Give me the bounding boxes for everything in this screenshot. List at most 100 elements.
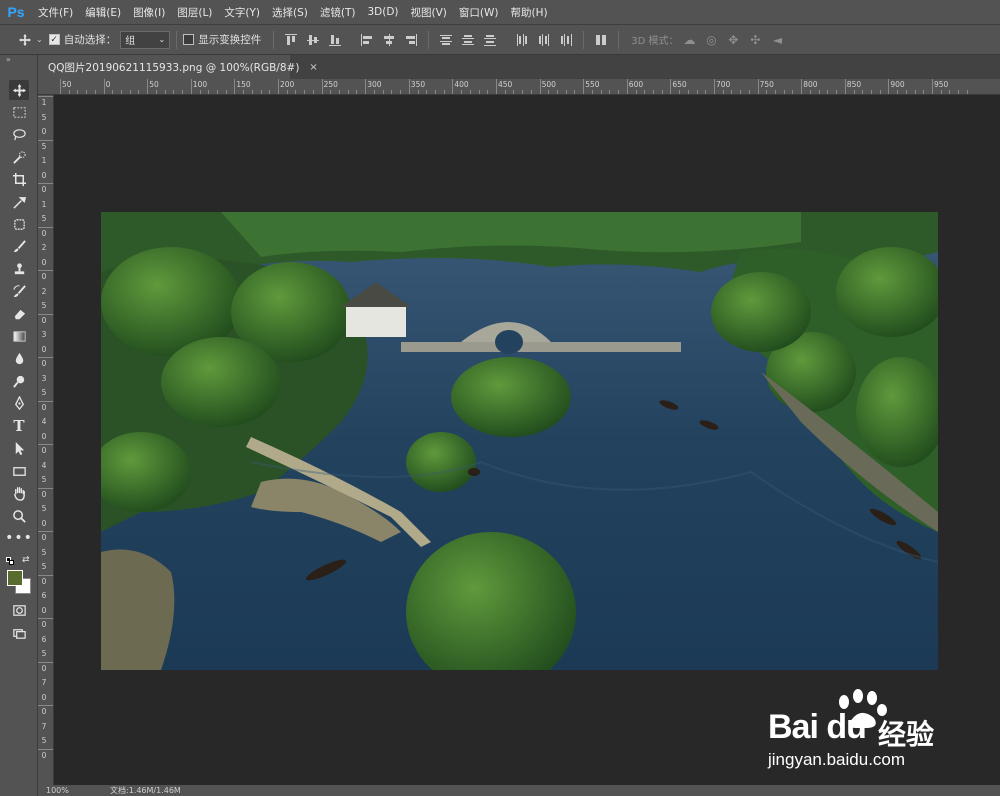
ruler-tick xyxy=(38,313,53,315)
document-size[interactable]: 文档:1.46M/1.46M xyxy=(110,785,181,796)
align-right-icon[interactable] xyxy=(402,31,420,49)
auto-align-layers-icon[interactable] xyxy=(592,31,610,49)
swap-colors-icon[interactable]: ⇄ xyxy=(22,555,30,565)
ruler-label: 50 xyxy=(149,80,159,89)
ruler-minor-tick xyxy=(77,90,79,94)
ruler-minor-tick xyxy=(914,90,916,94)
ruler-minor-tick xyxy=(286,90,288,94)
move-tool-preset-icon[interactable] xyxy=(16,31,34,49)
foreground-color-swatch[interactable] xyxy=(7,570,23,586)
ruler-minor-tick xyxy=(164,90,166,94)
show-transform-checkbox[interactable] xyxy=(183,34,195,45)
ruler-tick xyxy=(147,79,149,94)
path-selection-tool-icon[interactable] xyxy=(9,438,29,458)
ruler-label: 200 xyxy=(280,80,295,89)
healing-brush-tool-icon[interactable] xyxy=(9,214,29,234)
ruler-label: 300 xyxy=(367,80,382,89)
crop-tool-icon[interactable] xyxy=(9,169,29,189)
group-select-value: 组 xyxy=(125,36,136,47)
distribute-vertical-center-icon[interactable] xyxy=(459,31,477,49)
distribute-horizontal-center-icon[interactable] xyxy=(535,31,553,49)
zoom-tool-icon[interactable] xyxy=(9,506,29,526)
menu-3d[interactable]: 3D(D) xyxy=(361,0,404,24)
rectangle-tool-icon[interactable] xyxy=(9,461,29,481)
distribute-left-icon[interactable] xyxy=(513,31,531,49)
gradient-tool-icon[interactable] xyxy=(9,326,29,346)
divider xyxy=(428,30,430,49)
ruler-label: 350 xyxy=(410,80,426,89)
collapse-toolbox-icon[interactable]: » xyxy=(0,55,37,65)
distribute-top-icon[interactable] xyxy=(437,31,455,49)
distribute-right-icon[interactable] xyxy=(557,31,575,49)
type-tool-icon[interactable]: T xyxy=(9,416,29,436)
clone-stamp-tool-icon[interactable] xyxy=(9,259,29,279)
ruler-label: 1 xyxy=(41,156,47,165)
menu-help[interactable]: 帮助(H) xyxy=(505,0,554,24)
pen-tool-icon[interactable] xyxy=(9,393,29,413)
ruler-minor-tick xyxy=(870,90,872,94)
menu-window[interactable]: 窗口(W) xyxy=(453,0,505,24)
menu-type[interactable]: 文字(Y) xyxy=(218,0,266,24)
more-tools-icon[interactable]: ••• xyxy=(5,528,32,548)
align-top-icon[interactable] xyxy=(282,31,300,49)
auto-select-checkbox[interactable]: ✓ xyxy=(48,34,60,45)
quick-selection-tool-icon[interactable] xyxy=(9,147,29,167)
eyedropper-tool-icon[interactable] xyxy=(9,192,29,212)
menu-view[interactable]: 视图(V) xyxy=(405,0,453,24)
default-colors-icon[interactable] xyxy=(6,557,14,565)
menu-select[interactable]: 选择(S) xyxy=(266,0,314,24)
chevron-down-icon[interactable]: ⌄ xyxy=(36,35,43,44)
ruler-minor-tick xyxy=(173,90,175,94)
3d-slide-icon[interactable]: ✣ xyxy=(746,31,764,49)
document-image[interactable] xyxy=(101,212,938,670)
close-icon[interactable]: × xyxy=(309,62,317,73)
ruler-label: 5 xyxy=(41,112,47,122)
ruler-minor-tick xyxy=(443,90,445,94)
align-left-icon[interactable] xyxy=(358,31,376,49)
dodge-tool-icon[interactable] xyxy=(9,371,29,391)
ruler-label: 7 xyxy=(41,678,47,687)
auto-select-target-dropdown[interactable]: 组 ⌄ xyxy=(120,30,171,49)
zoom-level[interactable]: 100% xyxy=(46,785,69,796)
3d-roll-icon[interactable]: ◎ xyxy=(702,31,720,49)
ruler-minor-tick xyxy=(434,90,436,94)
distribute-bottom-icon[interactable] xyxy=(481,31,499,49)
menu-filter[interactable]: 滤镜(T) xyxy=(314,0,362,24)
ruler-label: 0 xyxy=(41,344,47,354)
ruler-minor-tick xyxy=(618,90,620,94)
ruler-minor-tick xyxy=(330,90,332,94)
menu-file[interactable]: 文件(F) xyxy=(32,0,79,24)
3d-camera-icon[interactable]: ◄ xyxy=(768,31,786,49)
ruler-label: 50 xyxy=(62,80,72,89)
brush-tool-icon[interactable] xyxy=(9,236,29,256)
canvas-area[interactable] xyxy=(55,95,1000,785)
screen-mode-icon[interactable] xyxy=(9,623,29,643)
ruler-tick xyxy=(38,574,53,576)
menu-edit[interactable]: 编辑(E) xyxy=(79,0,127,24)
blur-tool-icon[interactable] xyxy=(9,348,29,368)
3d-orbit-icon[interactable]: ☁ xyxy=(680,31,698,49)
menu-layer[interactable]: 图层(L) xyxy=(171,0,218,24)
marquee-tool-icon[interactable] xyxy=(9,102,29,122)
3d-pan-icon[interactable]: ✥ xyxy=(724,31,742,49)
history-brush-tool-icon[interactable] xyxy=(9,281,29,301)
menu-image[interactable]: 图像(I) xyxy=(127,0,171,24)
horizontal-ruler[interactable]: 50 0 50 100 150 200 250 300 350 400 450 500 550 600 65… xyxy=(38,79,1000,95)
align-bottom-icon[interactable] xyxy=(326,31,344,49)
ruler-label: 0 xyxy=(41,620,47,629)
hand-tool-icon[interactable] xyxy=(9,483,29,503)
quick-mask-icon[interactable] xyxy=(9,600,29,620)
vertical-ruler[interactable]: 1505100150200250300350400450500550600650… xyxy=(38,95,54,785)
lasso-tool-icon[interactable] xyxy=(9,124,29,144)
align-horizontal-center-icon[interactable] xyxy=(380,31,398,49)
ruler-tick xyxy=(408,79,410,94)
ruler-minor-tick xyxy=(260,90,262,94)
ruler-label: 0 xyxy=(41,533,47,542)
eraser-tool-icon[interactable] xyxy=(9,304,29,324)
align-vertical-center-icon[interactable] xyxy=(304,31,322,49)
ruler-minor-tick xyxy=(347,90,349,94)
ruler-label: 400 xyxy=(454,80,469,89)
ruler-label: 5 xyxy=(41,301,47,310)
move-tool-icon[interactable] xyxy=(9,80,29,100)
document-tab[interactable]: QQ图片20190621115933.png @ 100%(RGB/8#) × xyxy=(38,55,318,79)
